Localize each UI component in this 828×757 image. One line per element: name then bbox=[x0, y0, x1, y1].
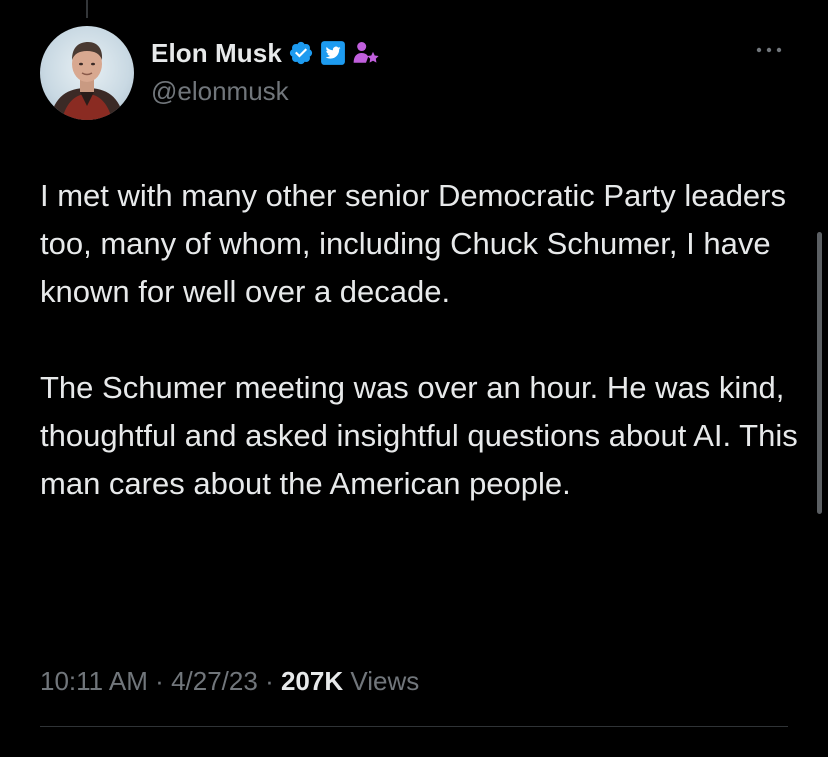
tweet-metadata: 10:11 AM · 4/27/23 · 207K Views bbox=[40, 666, 419, 697]
meta-separator: · bbox=[155, 666, 164, 696]
more-dots-icon bbox=[756, 47, 782, 53]
author-display-name[interactable]: Elon Musk bbox=[151, 38, 282, 69]
tweet-date[interactable]: 4/27/23 bbox=[171, 666, 258, 696]
scrollbar[interactable] bbox=[817, 232, 822, 514]
more-options-button[interactable] bbox=[752, 36, 786, 64]
avatar-image bbox=[50, 42, 124, 120]
verified-badge-icon[interactable] bbox=[288, 40, 314, 66]
views-label: Views bbox=[350, 666, 420, 696]
divider bbox=[40, 726, 788, 727]
views-count[interactable]: 207K bbox=[281, 666, 343, 696]
tweet-time[interactable]: 10:11 AM bbox=[40, 666, 148, 696]
tweet-paragraph: I met with many other senior Democratic … bbox=[40, 178, 786, 309]
tweet-text: I met with many other senior Democratic … bbox=[40, 172, 800, 508]
meta-separator: · bbox=[265, 666, 274, 696]
twitter-bird-affiliate-icon[interactable] bbox=[320, 40, 346, 66]
avatar[interactable] bbox=[40, 26, 134, 120]
thread-connector-line bbox=[86, 0, 88, 18]
author-handle[interactable]: @elonmusk bbox=[151, 76, 289, 107]
author-name-row: Elon Musk bbox=[151, 36, 380, 70]
person-star-icon[interactable] bbox=[352, 40, 380, 66]
tweet-paragraph: The Schumer meeting was over an hour. He… bbox=[40, 370, 798, 501]
